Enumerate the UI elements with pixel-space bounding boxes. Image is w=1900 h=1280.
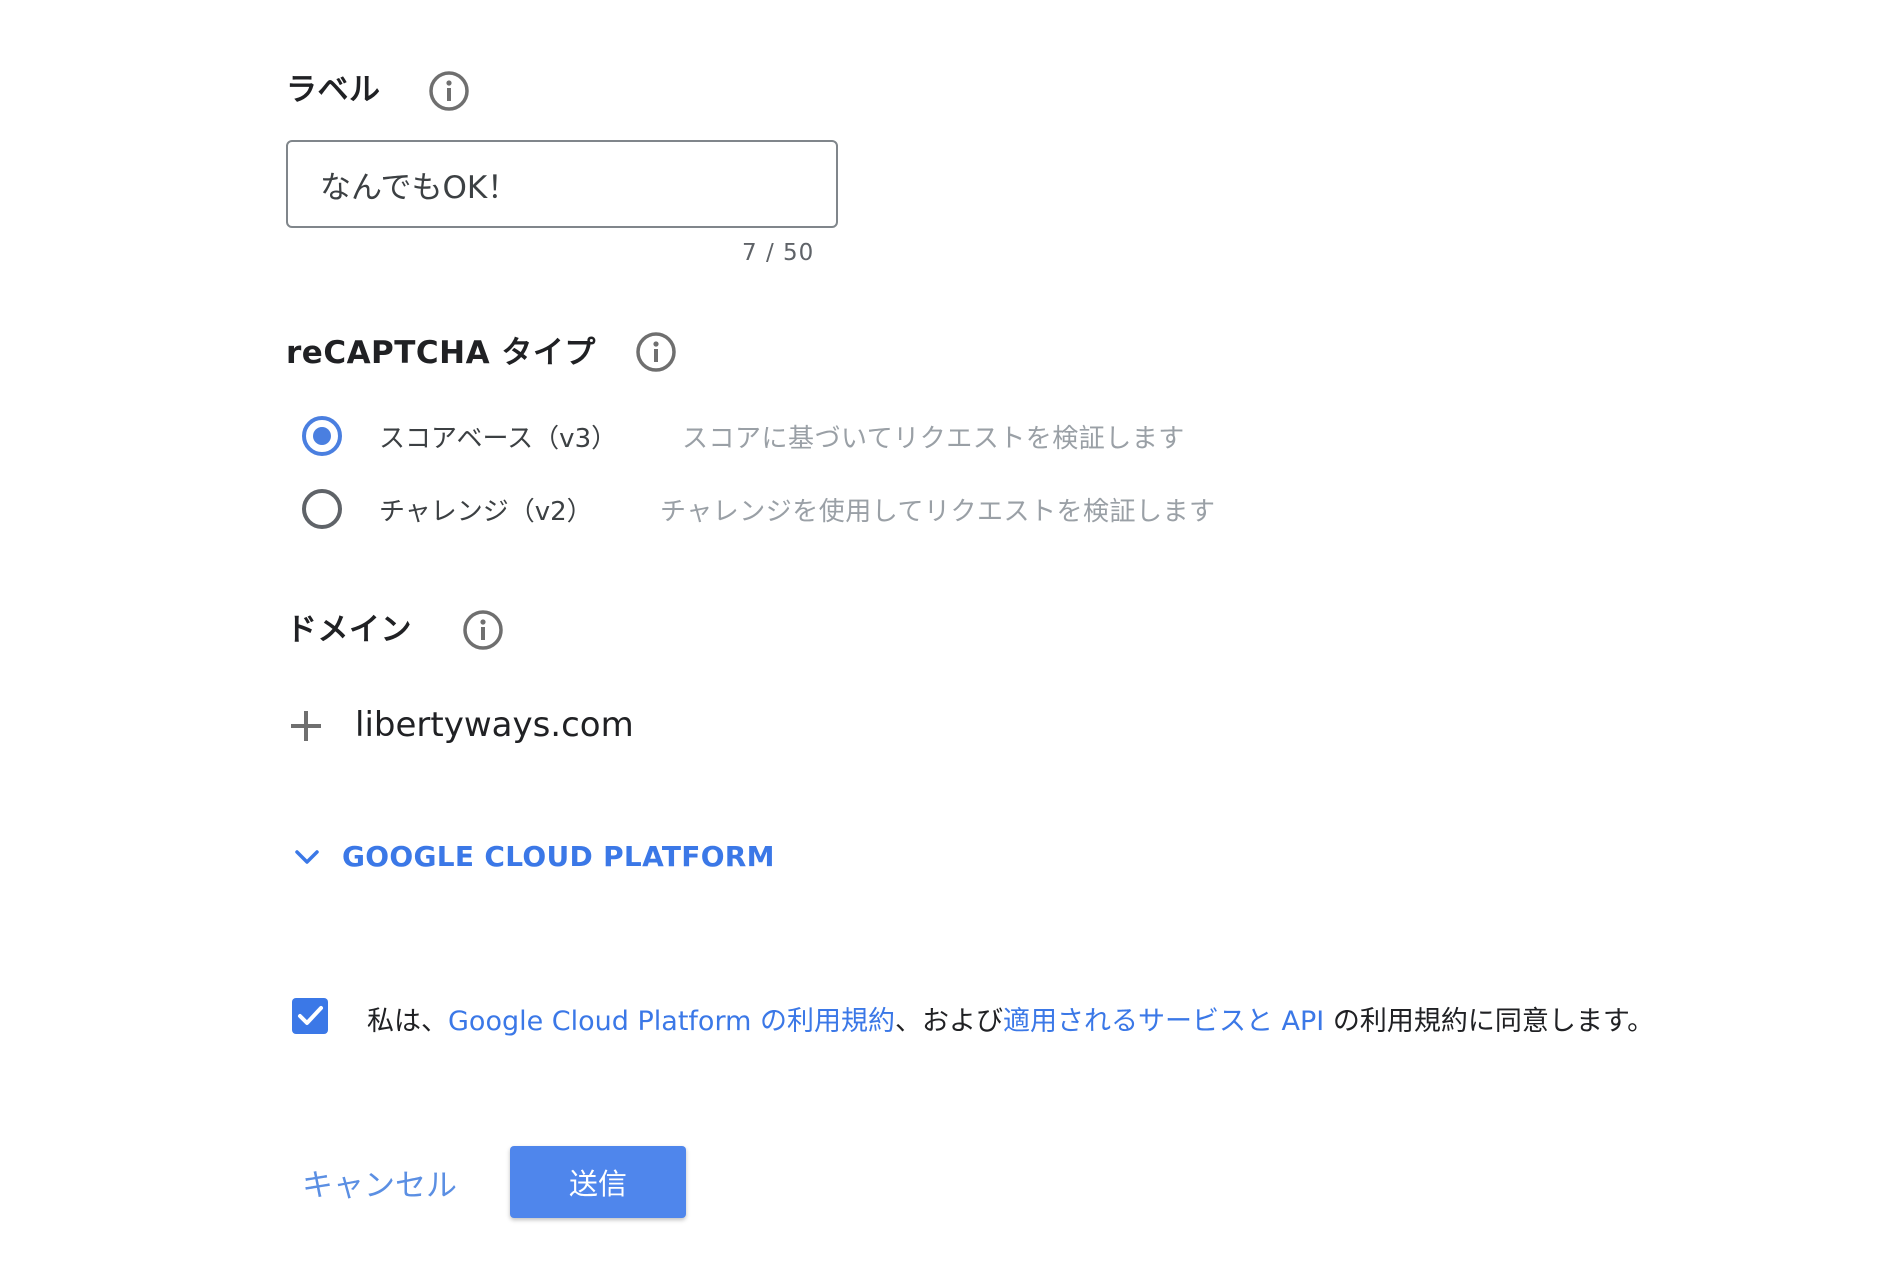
character-counter: 7 / 50 bbox=[742, 240, 815, 266]
gcp-expand-toggle[interactable]: GOOGLE CLOUD PLATFORM bbox=[292, 840, 775, 873]
terms-middle: 、および bbox=[894, 1006, 1003, 1037]
label-info-icon[interactable] bbox=[428, 70, 470, 112]
recaptcha-type-info-icon[interactable] bbox=[635, 331, 677, 373]
services-api-terms-link[interactable]: 適用されるサービスと API bbox=[1003, 1006, 1324, 1037]
radio-challenge-label[interactable]: チャレンジ（v2） bbox=[379, 491, 593, 528]
check-icon bbox=[298, 1006, 323, 1025]
cancel-button[interactable]: キャンセル bbox=[302, 1160, 457, 1205]
radio-score-based[interactable] bbox=[302, 416, 342, 456]
radio-score-based-description: スコアに基づいてリクエストを検証します bbox=[682, 424, 1185, 454]
gcp-terms-link[interactable]: Google Cloud Platform の利用規約 bbox=[448, 1006, 895, 1037]
submit-button[interactable]: 送信 bbox=[510, 1146, 686, 1218]
domain-heading: ドメイン bbox=[286, 612, 412, 648]
label-input[interactable] bbox=[288, 142, 836, 226]
terms-prefix: 私は、 bbox=[367, 1006, 448, 1037]
radio-challenge-description: チャレンジを使用してリクエストを検証します bbox=[660, 497, 1216, 527]
info-icon bbox=[636, 332, 676, 372]
domain-info-icon[interactable] bbox=[462, 609, 504, 651]
radio-score-based-label[interactable]: スコアベース（v3） bbox=[379, 418, 617, 455]
chevron-down-icon bbox=[295, 849, 319, 864]
gcp-label: GOOGLE CLOUD PLATFORM bbox=[342, 840, 775, 873]
label-field[interactable] bbox=[286, 140, 838, 228]
terms-suffix: の利用規約に同意します。 bbox=[1324, 1006, 1655, 1037]
add-domain-button[interactable] bbox=[289, 709, 323, 747]
plus-icon bbox=[291, 711, 321, 741]
radio-challenge[interactable] bbox=[302, 489, 342, 529]
info-icon bbox=[429, 71, 469, 111]
label-heading: ラベル bbox=[286, 72, 381, 108]
terms-text: 私は、Google Cloud Platform の利用規約、および適用されるサ… bbox=[367, 999, 1654, 1038]
info-icon bbox=[463, 610, 503, 650]
domain-entry[interactable]: libertyways.com bbox=[355, 705, 634, 745]
recaptcha-type-heading: reCAPTCHA タイプ bbox=[286, 335, 596, 371]
terms-checkbox[interactable] bbox=[292, 998, 328, 1034]
